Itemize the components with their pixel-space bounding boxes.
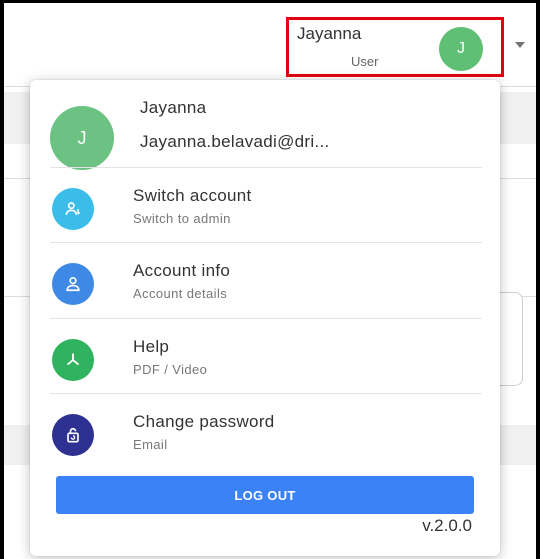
help-subtitle: PDF / Video [133, 362, 208, 377]
help-title: Help [133, 337, 170, 356]
menu-profile: J Jayanna Jayanna.belavadi@dri... [30, 80, 500, 170]
account-info-title: Account info [133, 261, 231, 280]
switch-account-icon [52, 188, 94, 230]
change-password-title: Change password [133, 412, 275, 431]
app-version: v.2.0.0 [422, 516, 472, 535]
menu-divider [50, 167, 482, 168]
account-info-subtitle: Account details [133, 286, 228, 301]
help-menu-item[interactable]: Help PDF / Video [30, 321, 500, 395]
change-password-subtitle: Email [133, 437, 168, 452]
change-password-icon [52, 414, 94, 456]
frame-right-border [536, 0, 540, 559]
user-dropdown-menu: J Jayanna Jayanna.belavadi@dri... Switch… [30, 80, 500, 556]
chevron-down-icon[interactable] [515, 42, 525, 48]
user-menu-toggle[interactable]: Jayanna User J [286, 17, 504, 77]
profile-name: Jayanna [140, 98, 207, 117]
help-icon [52, 339, 94, 381]
account-info-menu-item[interactable]: Account info Account details [30, 245, 500, 319]
menu-divider [50, 318, 482, 319]
profile-email: Jayanna.belavadi@dri... [140, 132, 330, 151]
switch-account-title: Switch account [133, 186, 252, 205]
change-password-menu-item[interactable]: Change password Email [30, 396, 500, 470]
switch-account-menu-item[interactable]: Switch account Switch to admin [30, 170, 500, 244]
header-user-role: User [351, 54, 379, 69]
account-info-icon [52, 263, 94, 305]
switch-account-subtitle: Switch to admin [133, 211, 231, 226]
logout-button[interactable]: LOG OUT [56, 476, 474, 514]
avatar[interactable]: J [439, 27, 483, 71]
menu-divider [50, 242, 482, 243]
profile-avatar: J [50, 106, 114, 170]
header-user-name: Jayanna [297, 24, 362, 43]
menu-divider [50, 393, 482, 394]
